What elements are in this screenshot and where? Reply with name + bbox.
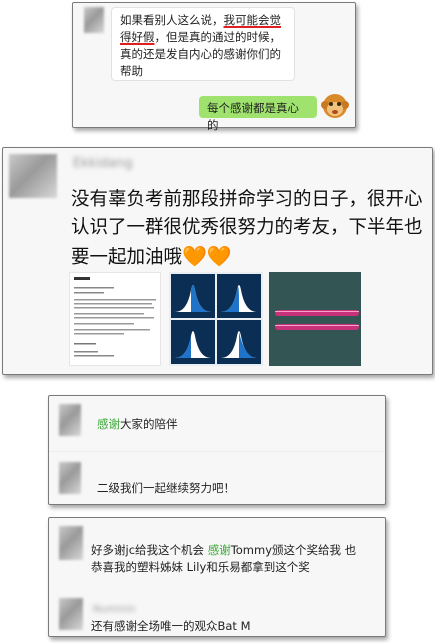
post-card: Ekkidang 没有辜负考前那段拼命学习的日子，很开心认识了一群很优秀很努力的… — [2, 147, 433, 375]
comments-card-2: 好多谢jc给我这个机会 感谢Tommy颁这个奖给我 也 恭喜我的塑料姊妹 Lil… — [48, 517, 386, 637]
comment-3-line-2: 恭喜我的塑料姊妹 Lily和乐易都拿到这个奖 — [91, 560, 310, 574]
post-image-pens[interactable] — [269, 272, 361, 366]
chat-card: 如果看别人这么说，我可能会觉得好假，但是真的通过的时候，真的还是发自内心的感谢你… — [72, 2, 356, 132]
comments-card-1: 感谢大家的陪伴 二级我们一起继续努力吧！ — [48, 395, 386, 505]
heart-emoji: 🧡🧡 — [182, 244, 232, 268]
commenter-avatar-2 — [59, 462, 81, 494]
underlined-phrase: 我可能会觉 — [223, 13, 282, 27]
sender-avatar — [84, 7, 104, 33]
post-image-charts[interactable] — [169, 272, 263, 366]
divider — [49, 451, 385, 452]
comment-4: 还有感谢全场唯一的观众Bat M — [91, 619, 251, 633]
author-avatar — [9, 154, 57, 198]
post-image-letter[interactable] — [69, 272, 161, 366]
comment-1: 感谢大家的陪伴 — [97, 417, 178, 431]
comment-3-line-1: 好多谢jc给我这个机会 感谢Tommy颁这个奖给我 也 — [91, 543, 357, 557]
commenter-avatar-4 — [59, 598, 83, 630]
comment-2: 二级我们一起继续努力吧！ — [97, 481, 235, 495]
outgoing-message: 每个感谢都是真心的 — [199, 96, 317, 132]
post-text: 没有辜负考前那段拼命学习的日子，很开心认识了一群很优秀很努力的考友，下半年也要一… — [71, 189, 423, 268]
underlined-phrase-2: 得好假 — [120, 30, 155, 44]
commenter-avatar-3 — [59, 526, 83, 560]
monkey-avatar — [321, 91, 349, 121]
incoming-message: 如果看别人这么说，我可能会觉得好假，但是真的通过的时候，真的还是发自内心的感谢你… — [111, 7, 295, 81]
commenter-avatar-1 — [59, 404, 81, 436]
commenter-name-4: Nummin — [93, 604, 136, 615]
author-name: Ekkidang — [73, 156, 133, 171]
